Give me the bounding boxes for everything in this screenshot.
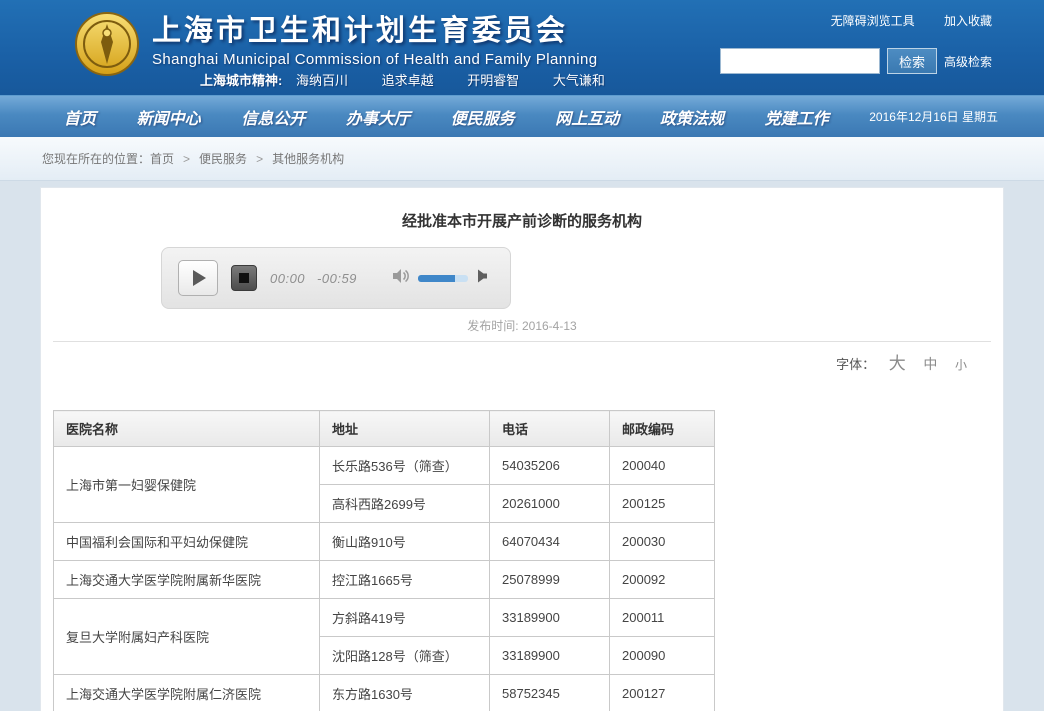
cell-address: 长乐路536号（筛查） <box>320 447 490 485</box>
cell-zip: 200092 <box>610 561 715 599</box>
player-time: 00:00 -00:59 <box>270 271 357 286</box>
cell-hospital: 上海市第一妇婴保健院 <box>54 447 320 523</box>
nav-item-party-building[interactable]: 党建工作 <box>765 105 829 129</box>
volume-icon[interactable] <box>392 268 410 289</box>
nav-item-news[interactable]: 新闻中心 <box>137 105 201 129</box>
nav-item-service-hall[interactable]: 办事大厅 <box>346 105 410 129</box>
time-current: 00:00 <box>270 271 305 286</box>
cell-zip: 200125 <box>610 485 715 523</box>
cell-address: 衡山路910号 <box>320 523 490 561</box>
cell-address: 方斜路419号 <box>320 599 490 637</box>
breadcrumb-separator: > <box>256 152 263 166</box>
col-header-hospital: 医院名称 <box>54 411 320 447</box>
table-row: 上海交通大学医学院附属新华医院 控江路1665号 25078999 200092 <box>54 561 715 599</box>
cell-zip: 200011 <box>610 599 715 637</box>
table-row: 中国福利会国际和平妇幼保健院 衡山路910号 64070434 200030 <box>54 523 715 561</box>
table-head: 医院名称 地址 电话 邮政编码 <box>54 411 715 447</box>
cell-zip: 200090 <box>610 637 715 675</box>
site-logo-emblem-icon <box>74 11 140 77</box>
cell-zip: 200030 <box>610 523 715 561</box>
search-button[interactable]: 检索 <box>887 48 937 74</box>
cell-hospital: 上海交通大学医学院附属新华医院 <box>54 561 320 599</box>
audio-player: 00:00 -00:59 <box>161 247 511 309</box>
volume-controls <box>392 268 488 289</box>
breadcrumb-current: 其他服务机构 <box>272 150 344 167</box>
cell-hospital: 中国福利会国际和平妇幼保健院 <box>54 523 320 561</box>
city-spirit-label: 上海城市精神: <box>200 73 282 88</box>
cell-phone: 64070434 <box>490 523 610 561</box>
page: 上海市卫生和计划生育委员会 Shanghai Municipal Commiss… <box>0 0 1044 711</box>
cell-hospital: 复旦大学附属妇产科医院 <box>54 599 320 675</box>
main-nav: 首页 新闻中心 信息公开 办事大厅 便民服务 网上互动 政策法规 党建工作 20… <box>0 95 1044 137</box>
cell-phone: 25078999 <box>490 561 610 599</box>
breadcrumb-home[interactable]: 首页 <box>150 150 174 167</box>
col-header-phone: 电话 <box>490 411 610 447</box>
font-size-label: 字体： <box>836 357 875 372</box>
cell-phone: 33189900 <box>490 637 610 675</box>
breadcrumb-label: 您现在所在的位置： <box>42 150 150 167</box>
stop-icon <box>239 273 249 283</box>
site-header: 上海市卫生和计划生育委员会 Shanghai Municipal Commiss… <box>0 0 1044 95</box>
cell-hospital: 上海交通大学医学院附属仁济医院 <box>54 675 320 711</box>
city-spirit-item: 海纳百川 <box>296 73 348 88</box>
font-size-medium-button[interactable]: 中 <box>923 356 937 372</box>
stop-button[interactable] <box>231 265 257 291</box>
content-card: 经批准本市开展产前诊断的服务机构 00:00 -00:59 <box>40 187 1004 711</box>
site-logo[interactable] <box>74 11 140 77</box>
play-button[interactable] <box>178 260 218 296</box>
font-size-selector: 字体： 大 中 小 <box>41 342 1003 374</box>
add-favorite-link[interactable]: 加入收藏 <box>944 14 992 28</box>
table-header-row: 医院名称 地址 电话 邮政编码 <box>54 411 715 447</box>
publish-time: 发布时间: 2016-4-13 <box>41 317 1003 334</box>
table-body: 上海市第一妇婴保健院 长乐路536号（筛查） 54035206 200040 高… <box>54 447 715 711</box>
cell-phone: 54035206 <box>490 447 610 485</box>
header-search: 检索 高级检索 <box>720 48 992 74</box>
page-title: 经批准本市开展产前诊断的服务机构 <box>41 188 1003 231</box>
time-remaining: -00:59 <box>317 271 357 286</box>
city-spirit-item: 大气谦和 <box>553 73 605 88</box>
breadcrumb: 您现在所在的位置： 首页 > 便民服务 > 其他服务机构 <box>0 137 1044 181</box>
nav-date: 2016年12月16日 星期五 <box>869 108 998 125</box>
site-title-block: 上海市卫生和计划生育委员会 Shanghai Municipal Commiss… <box>152 7 597 68</box>
site-title: 上海市卫生和计划生育委员会 <box>152 7 597 49</box>
volume-slider[interactable] <box>418 275 468 282</box>
accessibility-link[interactable]: 无障碍浏览工具 <box>831 14 915 28</box>
font-size-small-button[interactable]: 小 <box>955 358 967 372</box>
nav-item-online-interaction[interactable]: 网上互动 <box>555 105 619 129</box>
cell-address: 控江路1665号 <box>320 561 490 599</box>
site-subtitle: Shanghai Municipal Commission of Health … <box>152 51 597 68</box>
nav-item-home[interactable]: 首页 <box>64 105 96 129</box>
cell-zip: 200040 <box>610 447 715 485</box>
table-row: 上海市第一妇婴保健院 长乐路536号（筛查） 54035206 200040 <box>54 447 715 485</box>
table-row: 复旦大学附属妇产科医院 方斜路419号 33189900 200011 <box>54 599 715 637</box>
cell-address: 东方路1630号 <box>320 675 490 711</box>
table-row: 上海交通大学医学院附属仁济医院 东方路1630号 58752345 200127 <box>54 675 715 711</box>
nav-item-info-disclosure[interactable]: 信息公开 <box>241 105 305 129</box>
col-header-address: 地址 <box>320 411 490 447</box>
header-top-links: 无障碍浏览工具 加入收藏 <box>805 12 992 29</box>
cell-address: 高科西路2699号 <box>320 485 490 523</box>
cell-phone: 20261000 <box>490 485 610 523</box>
breadcrumb-separator: > <box>183 152 190 166</box>
col-header-zip: 邮政编码 <box>610 411 715 447</box>
advanced-search-link[interactable]: 高级检索 <box>944 53 992 70</box>
cell-zip: 200127 <box>610 675 715 711</box>
cell-address: 沈阳路128号（筛查） <box>320 637 490 675</box>
font-size-large-button[interactable]: 大 <box>889 354 906 373</box>
nav-item-policies[interactable]: 政策法规 <box>660 105 724 129</box>
search-input[interactable] <box>720 48 880 74</box>
breadcrumb-public-service[interactable]: 便民服务 <box>199 150 247 167</box>
volume-slider-fill <box>418 275 455 282</box>
hospital-table-wrapper: 医院名称 地址 电话 邮政编码 上海市第一妇婴保健院 长乐路536号（筛查） 5… <box>53 410 1003 711</box>
nav-item-public-service[interactable]: 便民服务 <box>451 105 515 129</box>
city-spirit-item: 开明睿智 <box>467 73 519 88</box>
play-icon <box>193 270 206 286</box>
city-spirit-item: 追求卓越 <box>382 73 434 88</box>
volume-slider-track <box>455 275 468 282</box>
cell-phone: 33189900 <box>490 599 610 637</box>
city-spirit-line: 上海城市精神: 海纳百川 追求卓越 开明睿智 大气谦和 <box>200 70 635 89</box>
speaker-icon[interactable] <box>476 269 488 288</box>
cell-phone: 58752345 <box>490 675 610 711</box>
hospital-table: 医院名称 地址 电话 邮政编码 上海市第一妇婴保健院 长乐路536号（筛查） 5… <box>53 410 715 711</box>
